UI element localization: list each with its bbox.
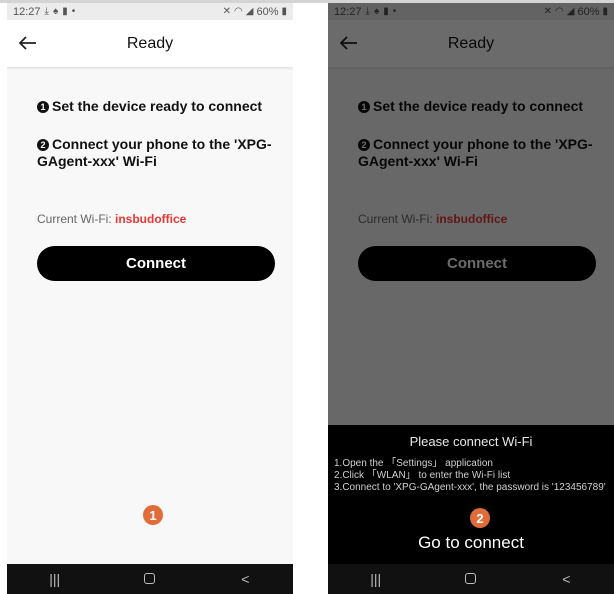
system-nav-bar: ||| < <box>7 564 293 594</box>
battery-icon: ▮ <box>281 5 287 17</box>
back-arrow-icon[interactable] <box>15 30 41 56</box>
back-nav-icon[interactable]: < <box>546 571 586 587</box>
current-wifi: Current Wi-Fi: insbudoffice <box>37 212 186 226</box>
notification-icon: ♠ <box>52 5 59 17</box>
phone-screen-connect-sheet: 12:27 ⤓ ♠ ▮ • ✕ ◠ ◢ 60% ▮ Ready 1Set the… <box>328 3 614 594</box>
go-to-connect-button[interactable]: Go to connect <box>328 533 614 553</box>
dot-icon: • <box>71 5 76 17</box>
phone-screen-ready: 12:27 ⤓ ♠ ▮ • ✕ ◠ ◢ 60% ▮ Ready 1 Set the… <box>7 3 293 594</box>
step-1-text: Set the device ready to connect <box>52 98 263 114</box>
step-number-1-icon: 1 <box>37 101 49 113</box>
recents-icon[interactable]: ||| <box>356 571 396 587</box>
instruction-line-2: 2.Click 「WLAN」 to enter the Wi-Fi list <box>334 470 511 481</box>
recents-icon[interactable]: ||| <box>35 571 75 587</box>
step-1: 1Set the device ready to connect <box>37 98 277 115</box>
connect-wifi-sheet: Please connect Wi-Fi 1.Open the 「Setting… <box>328 425 614 564</box>
mute-icon: ✕ <box>222 5 232 17</box>
status-time: 12:27 <box>13 5 41 18</box>
sheet-title: Please connect Wi-Fi <box>409 434 533 449</box>
system-nav-bar: ||| < <box>328 564 614 594</box>
top-nav-bar: Ready <box>7 20 293 68</box>
status-bar: 12:27 ⤓ ♠ ▮ • ✕ ◠ ◢ 60% ▮ <box>7 3 293 20</box>
back-nav-icon[interactable]: < <box>225 571 265 587</box>
sim-icon: ▮ <box>62 5 68 17</box>
battery-percent: 60% <box>256 5 279 18</box>
home-icon[interactable] <box>130 571 170 587</box>
sheet-instructions: 1.Open the 「Settings」 application 2.Clic… <box>334 458 612 494</box>
current-wifi-label: Current Wi-Fi: <box>37 212 115 226</box>
signal-icon: ◢ <box>245 5 254 17</box>
home-icon[interactable] <box>451 571 491 587</box>
current-wifi-name: insbudoffice <box>115 212 187 226</box>
instruction-line-1: 1.Open the 「Settings」 application <box>334 458 493 469</box>
annotation-badge-2: 2 <box>470 508 490 528</box>
page-title: Ready <box>126 35 174 52</box>
download-icon: ⤓ <box>44 5 49 17</box>
annotation-badge-1: 1 <box>143 505 163 525</box>
step-2-text: Connect your phone to the 'XPG-GAgent-xx… <box>37 136 272 169</box>
step-2: 2Connect your phone to the 'XPG-GAgent-x… <box>37 136 277 170</box>
instruction-line-3: 3.Connect to 'XPG-GAgent-xxx', the passw… <box>334 482 606 493</box>
step-number-2-icon: 2 <box>37 139 49 151</box>
connect-button[interactable]: Connect <box>37 246 275 281</box>
wifi-icon: ◠ <box>234 5 243 17</box>
